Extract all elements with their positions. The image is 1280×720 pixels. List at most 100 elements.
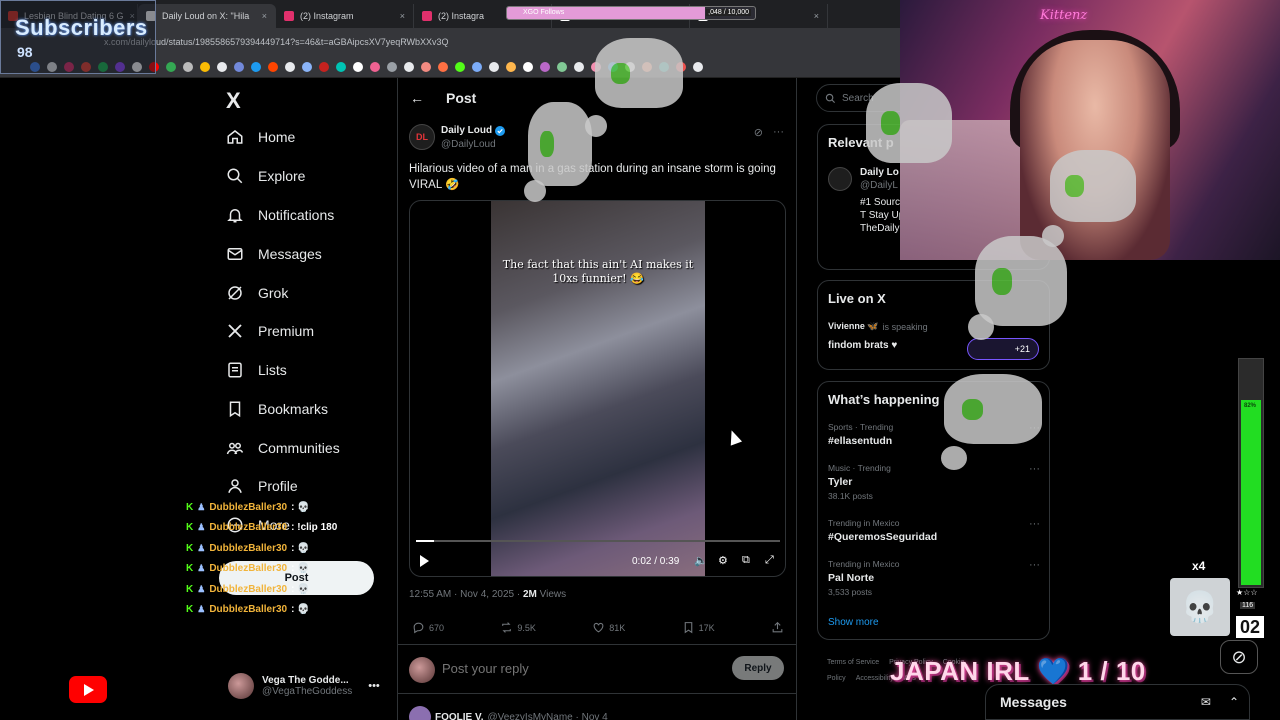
settings-icon[interactable]: ⚙ [718,554,728,567]
bookmark-favicon-icon[interactable] [234,61,244,72]
bookmark-favicon-icon[interactable] [693,61,703,72]
close-icon[interactable]: × [400,11,405,21]
bookmark-icon [684,622,692,634]
bookmark-favicon-icon[interactable] [404,61,414,72]
bookmark-favicon-icon[interactable] [489,61,499,72]
chat-message: K ♟ DubblezBaller30: !clip 180 [186,522,337,533]
nav-item-grok[interactable]: Grok [226,284,288,302]
bookmark-favicon-icon[interactable] [319,61,329,72]
tab-title: (2) Instagram [300,11,354,21]
bookmark-favicon-icon[interactable] [523,61,533,72]
x-logo[interactable]: X [226,88,241,114]
reply-button[interactable]: Reply [732,656,784,680]
video-progress-fill [416,540,435,542]
hype-meter: 82% [1238,358,1264,588]
user-badge-icon: ♟ [197,522,206,533]
more-icon[interactable]: ··· [1029,463,1040,475]
next-reply[interactable]: FOOLIE V. @VeezyIsMyName · Nov 4 [409,706,608,720]
repost-action[interactable]: 9.5K [500,621,536,634]
trend-item[interactable]: Trending in Mexico Pal Norte 3,533 posts ··… [828,559,1040,597]
grok-icon[interactable]: ⊘ [754,126,763,139]
bookmark-favicon-icon[interactable] [387,61,397,72]
bookmark-favicon-icon[interactable] [472,61,482,72]
nav-item-explore[interactable]: Explore [226,167,305,185]
whats-title: What’s happening [828,392,940,407]
relevant-name[interactable]: Daily Lo [860,167,899,178]
compose-message-icon[interactable]: ✉ [1201,695,1211,709]
bookmark-favicon-icon[interactable] [438,61,448,72]
trend-item[interactable]: Music · Trending Tyler 38.1K posts ··· [828,463,1040,501]
bookmark-favicon-icon[interactable] [574,61,584,72]
bookmark-favicon-icon[interactable] [370,61,380,72]
bookmark-favicon-icon[interactable] [268,61,278,72]
chat-text: : !clip 180 [291,522,338,534]
nav-item-premium[interactable]: Premium [226,322,314,340]
footer-link[interactable]: Accessibility [856,675,894,682]
pip-icon[interactable]: ⧉ [742,554,750,567]
post-timestamp[interactable]: 12:55 AM · Nov 4, 2025 · [409,589,523,600]
footer-link[interactable]: Terms of Service [827,659,879,666]
back-arrow-icon[interactable]: ← [410,90,424,106]
heart-icon [593,622,604,633]
video-player[interactable]: The fact that this ain't AI makes it 10x… [409,200,786,577]
author-handle[interactable]: @DailyLoud [441,139,496,150]
nav-item-communities[interactable]: Communities [226,439,340,457]
volume-icon[interactable]: 🔈 [694,554,708,567]
bookmark-favicon-icon[interactable] [540,61,550,72]
nav-item-bookmarks[interactable]: Bookmarks [226,400,328,418]
bookmark-favicon-icon[interactable] [200,61,210,72]
nav-item-home[interactable]: Home [226,128,295,146]
more-icon[interactable]: ••• [368,680,380,692]
avatar[interactable] [828,167,852,191]
bookmark-favicon-icon[interactable] [455,61,465,72]
close-icon[interactable]: × [814,11,819,21]
grok-floating-icon[interactable]: ⊘ [1220,640,1258,674]
x-icon [228,324,242,338]
bookmark-favicon-icon[interactable] [285,61,295,72]
reply-author-handle: @VeezyIsMyName · Nov 4 [487,711,608,720]
bookmark-favicon-icon[interactable] [251,61,261,72]
more-icon[interactable]: ··· [1029,559,1040,571]
author-avatar[interactable]: DL [409,124,435,150]
bookmark-favicon-icon[interactable] [421,61,431,72]
trend-item[interactable]: Trending in Mexico #QueremosSeguridad ··· [828,518,1040,543]
live-host-status: is speaking [882,321,928,332]
chat-username: DubblezBaller30 [209,604,288,615]
bookmark-favicon-icon[interactable] [302,61,312,72]
bookmark-favicon-icon[interactable] [506,61,516,72]
nav-item-notifications[interactable]: Notifications [226,206,334,224]
bookmark-favicon-icon[interactable] [183,61,193,72]
video-progress-bar[interactable] [416,540,780,542]
nav-item-profile[interactable]: Profile [226,477,298,495]
reply-input[interactable] [442,661,702,676]
bookmark-favicon-icon[interactable] [166,61,176,72]
like-action[interactable]: 81K [592,621,625,634]
ghost-overlay-2 [528,102,592,186]
account-switcher[interactable]: Vega The Godde... @VegaTheGoddess ••• [228,673,380,699]
close-icon[interactable]: × [262,11,267,21]
live-listener-count: +21 [967,338,1039,360]
reply-action[interactable]: 670 [412,621,444,634]
fullscreen-icon[interactable]: ⤢ [765,554,774,567]
nav-item-lists[interactable]: Lists [226,361,287,379]
more-icon[interactable]: ··· [773,126,784,139]
bookmark-favicon-icon[interactable] [557,61,567,72]
bookmark-action[interactable]: 17K [682,621,715,634]
browser-tab[interactable]: (2) Instagram × [276,4,414,28]
bookmark-favicon-icon[interactable] [336,61,346,72]
user-badge-icon: ♟ [197,583,206,594]
share-action[interactable] [771,621,784,634]
nav-item-messages[interactable]: Messages [226,245,322,263]
chevron-up-icon[interactable]: ⌃ [1229,695,1239,709]
nav-item-label: Messages [258,246,322,262]
avatar [228,673,254,699]
share-icon [772,621,783,633]
play-icon[interactable] [420,555,429,567]
bookmark-favicon-icon[interactable] [217,61,227,72]
author-name[interactable]: Daily Loud [441,125,506,136]
show-more-link[interactable]: Show more [828,617,879,628]
bookmark-favicon-icon[interactable] [353,61,363,72]
browser-tab[interactable]: Daily Loud on X: "Hila × [138,4,276,28]
more-icon[interactable]: ··· [1029,518,1040,530]
messages-drawer[interactable]: Messages ✉ ⌃ [985,684,1250,720]
